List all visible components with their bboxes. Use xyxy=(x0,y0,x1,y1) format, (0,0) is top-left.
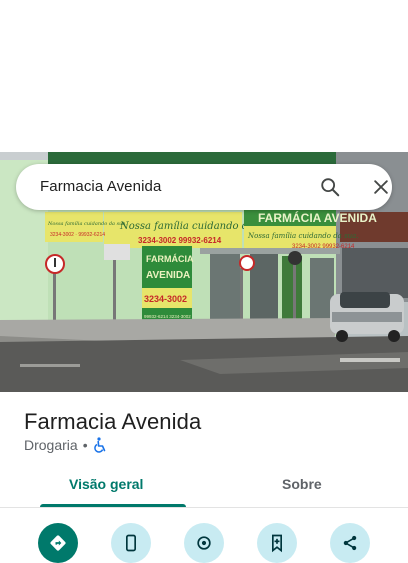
phone-icon xyxy=(121,533,141,553)
search-bar[interactable]: Farmacia Avenida xyxy=(16,164,392,210)
banner-phones: 3234-3002 99932-6214 xyxy=(138,236,222,245)
directions-icon xyxy=(48,533,68,553)
search-input[interactable]: Farmacia Avenida xyxy=(40,178,161,195)
sign-name-line2: AVENIDA xyxy=(146,270,190,281)
place-title: Farmacia Avenida xyxy=(24,409,202,434)
small-banner-phones: 3234-3002 · 99932-6214 xyxy=(50,232,105,238)
sign-phone: 3234-3002 xyxy=(144,294,187,304)
place-category: Drogaria xyxy=(24,437,78,453)
place-subtitle: Drogaria • xyxy=(24,437,107,453)
directions-button[interactable] xyxy=(38,523,78,563)
save-icon xyxy=(267,533,287,553)
wheelchair-accessible-icon xyxy=(93,437,107,453)
small-banner-slogan: Nossa família cuidando da sua. xyxy=(47,220,127,227)
right-banner-slogan: Nossa família cuidando da sua. xyxy=(247,232,359,240)
tab-divider xyxy=(0,507,408,508)
sign-small-phones: 99932-6214 3234-3002 xyxy=(144,314,191,319)
tab-about[interactable]: Sobre xyxy=(282,476,322,496)
map-blank-area xyxy=(0,0,408,152)
separator-dot: • xyxy=(82,437,88,453)
save-button[interactable] xyxy=(257,523,297,563)
share-button[interactable] xyxy=(330,523,370,563)
search-icon[interactable] xyxy=(318,175,342,199)
call-button[interactable] xyxy=(111,523,151,563)
sign-name-line1: FARMÁCIA xyxy=(146,254,194,264)
close-icon[interactable] xyxy=(369,175,393,199)
location-icon xyxy=(194,533,214,553)
tab-overview[interactable]: Visão geral xyxy=(69,476,143,496)
nearby-button[interactable] xyxy=(184,523,224,563)
right-banner-text: FARMÁCIA AVENIDA xyxy=(258,210,377,225)
share-icon xyxy=(340,533,360,553)
